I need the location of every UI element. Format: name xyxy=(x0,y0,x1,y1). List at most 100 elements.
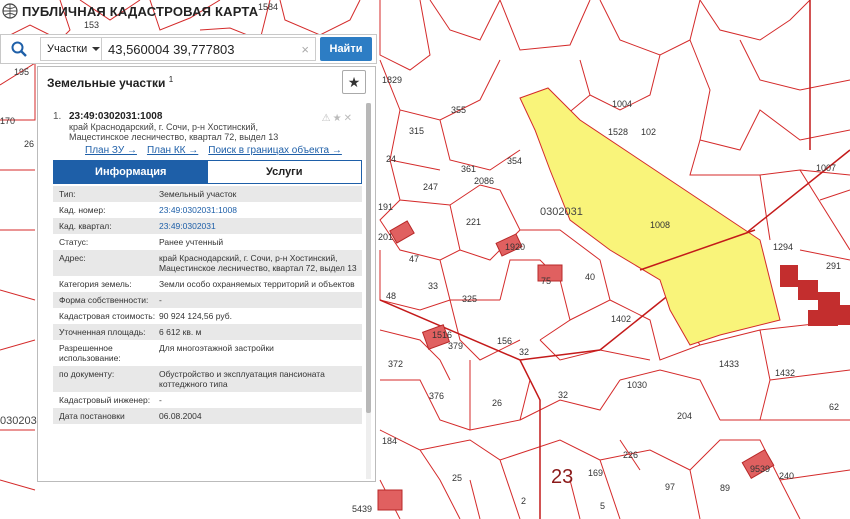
chevron-down-icon xyxy=(92,47,101,51)
parcel-label: 226 xyxy=(623,450,638,460)
search-type-label: Участки xyxy=(47,43,88,55)
attr-value: - xyxy=(159,295,162,305)
parcel-label: 47 xyxy=(409,254,419,264)
search-type-select[interactable]: Участки xyxy=(40,37,102,61)
attr-value-link[interactable]: 23:49:0302031 xyxy=(159,221,362,231)
parcel-label: 1528 xyxy=(608,127,628,137)
scrollbar-thumb[interactable] xyxy=(366,103,371,413)
attr-key: Форма собственности: xyxy=(59,295,149,305)
parcel-label: 2086 xyxy=(474,176,494,186)
district-label: 23 xyxy=(551,466,573,488)
parcel-label: 25 xyxy=(452,473,462,483)
parcel-label: 5 xyxy=(600,501,605,511)
parcel-label: 325 xyxy=(462,294,477,304)
parcel-label: 5439 xyxy=(352,504,372,514)
app-header: ПУБЛИЧНАЯ КАДАСТРОВАЯ КАРТА xyxy=(0,0,280,22)
search-icon-button[interactable] xyxy=(1,35,37,63)
parcel-label: 26 xyxy=(492,398,502,408)
address-line-2: Мацестинское лесничество, квартал 72, вы… xyxy=(69,132,279,142)
attr-value: 6 612 кв. м xyxy=(159,327,202,337)
parcel-label: 1004 xyxy=(612,99,632,109)
attr-key: Разрешенное использование: xyxy=(59,343,121,363)
attr-row: по документу: Обустройство и эксплуатация… xyxy=(53,366,362,392)
attr-row: Кад. номер: 23:49:0302031:1008 xyxy=(53,202,362,218)
star-icon[interactable]: ★ xyxy=(333,113,344,124)
parcel-label: 1516 xyxy=(432,330,452,340)
parcel-label: 33 xyxy=(428,281,438,291)
results-panel: Земельные участки 1 ★ ⚠★✕ 1. 23:49:03020… xyxy=(37,66,376,482)
parcel-label: 201 xyxy=(378,232,393,242)
attr-row: Уточненная площадь: 6 612 кв. м xyxy=(53,324,362,340)
attr-row: Разрешенное использование: Для многоэтажн… xyxy=(53,340,362,366)
search-input[interactable]: 43,560004 39,777803 × xyxy=(102,37,316,61)
find-button[interactable]: Найти xyxy=(320,37,372,61)
parcel-label: 1829 xyxy=(382,75,402,85)
attr-row: Форма собственности: - xyxy=(53,292,362,308)
parcel-label: 9539 xyxy=(750,464,770,474)
parcel-label: 170 xyxy=(0,116,15,126)
parcel-label: 291 xyxy=(826,261,841,271)
card-tabs: Информация Услуги xyxy=(53,160,362,184)
parcel-label: 1030 xyxy=(627,380,647,390)
parcel-label: 379 xyxy=(448,341,463,351)
attr-row: Кад. квартал: 23:49:0302031 xyxy=(53,218,362,234)
attr-key: Статус: xyxy=(59,237,89,247)
search-in-bounds-link[interactable]: Поиск в границах объекта → xyxy=(208,145,342,156)
parcel-label: 75 xyxy=(541,276,551,286)
attr-row: Дата постановки 06.08.2004 xyxy=(53,408,362,424)
parcel-label: 195 xyxy=(14,67,29,77)
tab-services[interactable]: Услуги xyxy=(207,161,361,183)
card-links: План ЗУ → План КК → Поиск в границах объ… xyxy=(85,145,362,156)
panel-scrollbar[interactable] xyxy=(366,103,371,479)
attr-value: Ранее учтенный xyxy=(159,237,224,247)
attr-value-link[interactable]: 23:49:0302031:1008 xyxy=(159,205,362,215)
attr-key: Кадастровая стоимость: xyxy=(59,311,156,321)
result-index: 1. xyxy=(53,111,62,122)
parcel-label: 1402 xyxy=(611,314,631,324)
parcel-label: 376 xyxy=(429,391,444,401)
parcel-label: 89 xyxy=(720,483,730,493)
attr-value: Обустройство и эксплуатация пансионата к… xyxy=(159,369,325,389)
parcel-label: 97 xyxy=(665,482,675,492)
attr-key: Кад. квартал: xyxy=(59,221,112,231)
app-title: ПУБЛИЧНАЯ КАДАСТРОВАЯ КАРТА xyxy=(22,3,259,19)
favorites-star-button[interactable]: ★ xyxy=(342,70,366,94)
card-tools: ⚠★✕ xyxy=(322,113,354,124)
panel-count: 1 xyxy=(168,74,174,84)
parcel-label: 355 xyxy=(451,105,466,115)
plan-zu-link[interactable]: План ЗУ → xyxy=(85,145,137,156)
search-icon xyxy=(11,41,27,57)
search-bar: Участки 43,560004 39,777803 × Найти xyxy=(0,34,377,64)
parcel-label: 1007 xyxy=(816,163,836,173)
parcel-label: 1294 xyxy=(773,242,793,252)
star-icon: ★ xyxy=(347,73,361,90)
attr-row: Адрес: край Краснодарский, г. Сочи, р-н Х… xyxy=(53,250,362,276)
attr-value: - xyxy=(159,395,162,405)
plan-kk-link[interactable]: План КК → xyxy=(147,145,198,156)
attr-key: Категория земель: xyxy=(59,279,132,289)
attr-value: край Краснодарский, г. Сочи, р-н Хостинс… xyxy=(159,253,357,273)
attr-key: Кад. номер: xyxy=(59,205,106,215)
attributes-table: Тип: Земельный участок Кад. номер: 23:49:0… xyxy=(53,186,362,424)
tab-information[interactable]: Информация xyxy=(54,161,208,183)
parcel-label: 247 xyxy=(423,182,438,192)
warning-icon[interactable]: ⚠ xyxy=(322,113,333,124)
result-card: ⚠★✕ 1. 23:49:0302031:1008 край Краснодар… xyxy=(47,105,362,481)
parcel-label: 2 xyxy=(521,496,526,506)
clear-icon[interactable]: × xyxy=(301,42,309,57)
attr-key: по документу: xyxy=(59,369,115,379)
parcel-label: 32 xyxy=(558,390,568,400)
attr-key: Кадастровый инженер: xyxy=(59,395,151,405)
attr-value: 90 924 124,56 руб. xyxy=(159,311,232,321)
attr-row: Категория земель: Земли особо охраняемых … xyxy=(53,276,362,292)
attr-key: Адрес: xyxy=(59,253,86,263)
panel-title: Земельные участки 1 xyxy=(47,74,174,90)
parcel-label: 372 xyxy=(388,359,403,369)
cadastral-number-title: 23:49:0302031:1008 xyxy=(69,111,163,122)
attr-value: 06.08.2004 xyxy=(159,411,202,421)
attr-key: Дата постановки xyxy=(59,411,125,421)
close-icon[interactable]: ✕ xyxy=(344,113,354,124)
quarter-label: 0302031 xyxy=(540,206,583,218)
parcel-label: 191 xyxy=(378,202,393,212)
attr-key: Уточненная площадь: xyxy=(59,327,146,337)
